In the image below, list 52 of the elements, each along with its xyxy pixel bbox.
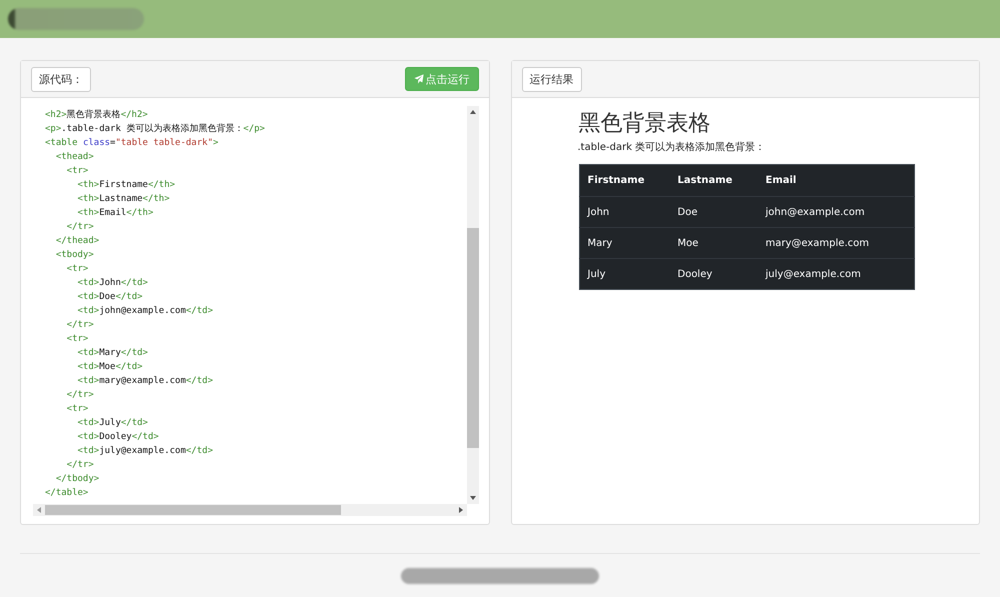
- code-line: </thead>: [54, 235, 100, 248]
- send-icon: [414, 74, 424, 84]
- code-line: <table class="table table-dark">: [45, 137, 220, 150]
- code-line: </tr>: [66, 459, 95, 472]
- code-line: </tr>: [66, 221, 95, 234]
- code-line: <td>Dooley</td>: [76, 431, 160, 444]
- code-line: <p>.table-dark 类可以为表格添加黑色背景：</p>: [45, 122, 266, 136]
- code-line: <td>July</td>: [76, 417, 149, 430]
- code-line: <td>john@example.com</td>: [76, 305, 214, 318]
- code-line: <td>John</td>: [76, 277, 149, 290]
- scroll-up-icon[interactable]: [470, 110, 476, 114]
- scroll-down-icon[interactable]: [470, 496, 476, 500]
- table-cell: Dooley: [670, 258, 758, 290]
- code-line: <h2>黑色背景表格</h2>: [45, 108, 149, 122]
- code-line: <tr>: [66, 263, 90, 276]
- code-line: <th>Firstname</th>: [76, 179, 176, 192]
- table-cell: mary@example.com: [758, 228, 914, 258]
- code-line: <td>Moe</td>: [76, 361, 144, 374]
- code-line: <tr>: [66, 333, 90, 346]
- code-line: <tbody>: [54, 249, 95, 262]
- scroll-right-icon[interactable]: [458, 507, 462, 513]
- result-paragraph: .table-dark 类可以为表格添加黑色背景：: [578, 140, 766, 154]
- scroll-left-icon[interactable]: [37, 507, 41, 513]
- code-line: </tr>: [66, 389, 95, 402]
- code-line: <td>july@example.com</td>: [76, 445, 214, 458]
- code-line: <thead>: [54, 151, 95, 164]
- code-line: </tbody>: [54, 473, 100, 486]
- table-cell: July: [579, 258, 670, 290]
- run-button[interactable]: 点击运行: [404, 67, 478, 91]
- column-header: Firstname: [579, 164, 670, 196]
- code-line: </tr>: [66, 319, 95, 332]
- horizontal-scrollbar[interactable]: [33, 504, 466, 516]
- table-cell: july@example.com: [758, 258, 914, 290]
- table-cell: Moe: [670, 228, 758, 258]
- table-cell: john@example.com: [758, 196, 914, 228]
- code-line: <td>Mary</td>: [76, 347, 149, 360]
- code-line: <tr>: [66, 165, 90, 178]
- code-line: </table>: [45, 487, 90, 500]
- code-line: <td>Doe</td>: [76, 291, 144, 304]
- column-header: Lastname: [670, 164, 758, 196]
- code-line: <th>Email</th>: [76, 207, 154, 220]
- table-cell: John: [579, 196, 670, 228]
- result-heading: 黑色背景表格: [578, 110, 712, 138]
- code-line: <td>mary@example.com</td>: [76, 375, 214, 388]
- code-line: <th>Lastname</th>: [76, 193, 171, 206]
- code-line: <tr>: [66, 403, 90, 416]
- table-cell: Mary: [579, 228, 670, 258]
- column-header: Email: [758, 164, 914, 196]
- vertical-scrollbar[interactable]: [466, 106, 478, 504]
- table-cell: Doe: [670, 196, 758, 228]
- panel-label: 源代码：: [31, 66, 91, 92]
- panel-label: 运行结果: [522, 66, 582, 92]
